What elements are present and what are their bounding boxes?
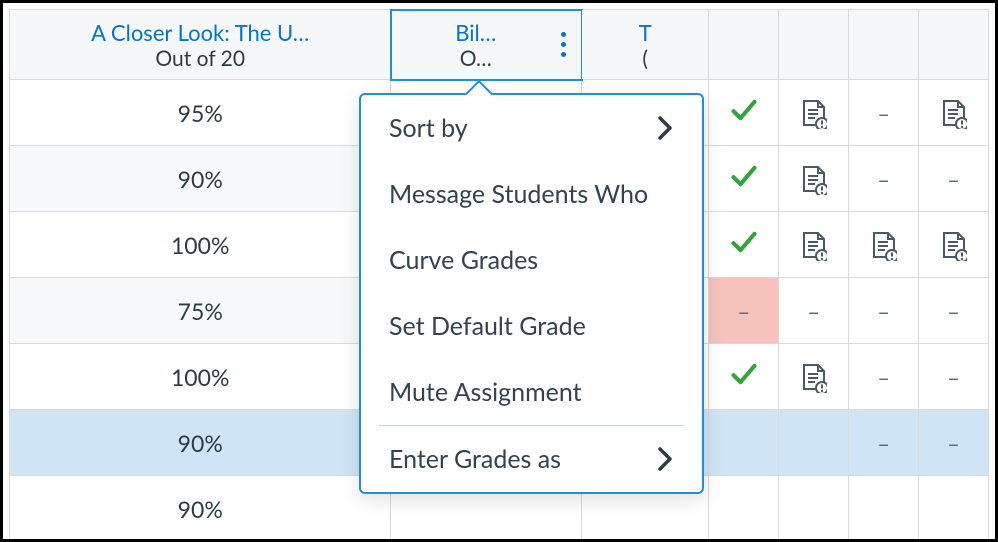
chevron-right-icon: [658, 116, 674, 140]
document-alert-icon: [801, 165, 827, 195]
document-alert-icon: [801, 231, 827, 261]
column-header-narrow[interactable]: [919, 10, 989, 80]
checkmark-icon: [730, 162, 758, 190]
grade-cell[interactable]: [779, 344, 849, 410]
no-grade-dash: –: [947, 166, 960, 193]
column-title: T: [583, 19, 707, 46]
no-grade-dash: –: [947, 430, 960, 457]
menu-label: Sort by: [389, 113, 468, 143]
grade-cell[interactable]: [919, 80, 989, 146]
status-cell[interactable]: [709, 80, 779, 146]
grade-cell[interactable]: –: [849, 80, 919, 146]
grade-cell[interactable]: –: [919, 344, 989, 410]
column-subtitle: O…: [406, 46, 545, 71]
grade-cell[interactable]: [849, 476, 919, 542]
column-header-assignment-c[interactable]: T (: [582, 10, 709, 80]
status-cell[interactable]: [709, 212, 779, 278]
grade-cell[interactable]: –: [849, 146, 919, 212]
grade-cell[interactable]: [779, 146, 849, 212]
grade-cell[interactable]: [849, 212, 919, 278]
menu-label: Set Default Grade: [389, 311, 586, 341]
grade-value: 100%: [171, 231, 229, 259]
document-alert-icon: [801, 363, 827, 393]
column-options-menu: Sort by Message Students Who Curve Grade…: [359, 93, 704, 494]
grade-cell[interactable]: 90%: [10, 476, 391, 542]
column-header-narrow[interactable]: [709, 10, 779, 80]
document-alert-icon: [871, 231, 897, 261]
no-grade-dash: –: [877, 166, 890, 193]
status-cell[interactable]: [709, 410, 779, 476]
column-subtitle: (: [583, 46, 707, 71]
column-subtitle: Out of 20: [11, 46, 389, 71]
column-header-assignment-b[interactable]: Bil… O…: [391, 10, 582, 80]
grade-cell[interactable]: 100%: [10, 212, 391, 278]
checkmark-icon: [730, 96, 758, 124]
chevron-right-icon: [658, 447, 674, 471]
column-title: A Closer Look: The U…: [11, 19, 389, 46]
column-title: Bil…: [406, 19, 545, 46]
grade-value: 90%: [178, 165, 223, 193]
no-grade-dash: –: [877, 430, 890, 457]
grade-cell[interactable]: 75%: [10, 278, 391, 344]
menu-label: Message Students Who: [389, 179, 648, 209]
menu-label: Mute Assignment: [389, 377, 582, 407]
status-cell[interactable]: [709, 344, 779, 410]
grade-cell[interactable]: [779, 476, 849, 542]
status-cell[interactable]: [709, 146, 779, 212]
grade-cell[interactable]: –: [919, 410, 989, 476]
no-grade-dash: –: [947, 364, 960, 391]
no-grade-dash: –: [737, 298, 750, 325]
menu-mute-assignment[interactable]: Mute Assignment: [361, 359, 702, 425]
document-alert-icon: [801, 99, 827, 129]
no-grade-dash: –: [877, 298, 890, 325]
grade-cell[interactable]: –: [849, 344, 919, 410]
column-header-narrow[interactable]: [849, 10, 919, 80]
grade-value: 100%: [171, 363, 229, 391]
no-grade-dash: –: [807, 298, 820, 325]
grade-cell[interactable]: –: [919, 146, 989, 212]
menu-sort-by[interactable]: Sort by: [361, 95, 702, 161]
menu-label: Enter Grades as: [389, 444, 561, 474]
no-grade-dash: –: [877, 364, 890, 391]
grade-value: 90%: [178, 495, 223, 523]
grade-value: 95%: [178, 99, 223, 127]
grade-cell[interactable]: 90%: [10, 410, 391, 476]
grade-cell[interactable]: –: [849, 410, 919, 476]
grade-cell[interactable]: –: [919, 278, 989, 344]
status-cell[interactable]: –: [709, 278, 779, 344]
menu-message-students[interactable]: Message Students Who: [361, 161, 702, 227]
no-grade-dash: –: [947, 298, 960, 325]
no-grade-dash: –: [877, 100, 890, 127]
column-header-narrow[interactable]: [779, 10, 849, 80]
grade-cell[interactable]: –: [779, 278, 849, 344]
grade-cell[interactable]: [779, 410, 849, 476]
app-frame: A Closer Look: The U… Out of 20 Bil… O…: [0, 0, 998, 542]
grade-cell[interactable]: [919, 212, 989, 278]
menu-set-default-grade[interactable]: Set Default Grade: [361, 293, 702, 359]
menu-label: Curve Grades: [389, 245, 538, 275]
grade-cell[interactable]: [919, 476, 989, 542]
checkmark-icon: [730, 360, 758, 388]
checkmark-icon: [730, 228, 758, 256]
column-header-assignment-a[interactable]: A Closer Look: The U… Out of 20: [10, 10, 391, 80]
menu-curve-grades[interactable]: Curve Grades: [361, 227, 702, 293]
column-menu-icon[interactable]: [561, 32, 566, 57]
grade-cell[interactable]: [779, 212, 849, 278]
document-alert-icon: [941, 231, 967, 261]
grade-cell[interactable]: [779, 80, 849, 146]
document-alert-icon: [941, 99, 967, 129]
grade-value: 75%: [178, 297, 223, 325]
status-cell[interactable]: [709, 476, 779, 542]
grade-cell[interactable]: 95%: [10, 80, 391, 146]
grade-value: 90%: [178, 429, 223, 457]
column-header-row: A Closer Look: The U… Out of 20 Bil… O…: [10, 10, 989, 80]
menu-enter-grades-as[interactable]: Enter Grades as: [361, 426, 702, 492]
grade-cell[interactable]: 100%: [10, 344, 391, 410]
grade-cell[interactable]: 90%: [10, 146, 391, 212]
grade-cell[interactable]: –: [849, 278, 919, 344]
